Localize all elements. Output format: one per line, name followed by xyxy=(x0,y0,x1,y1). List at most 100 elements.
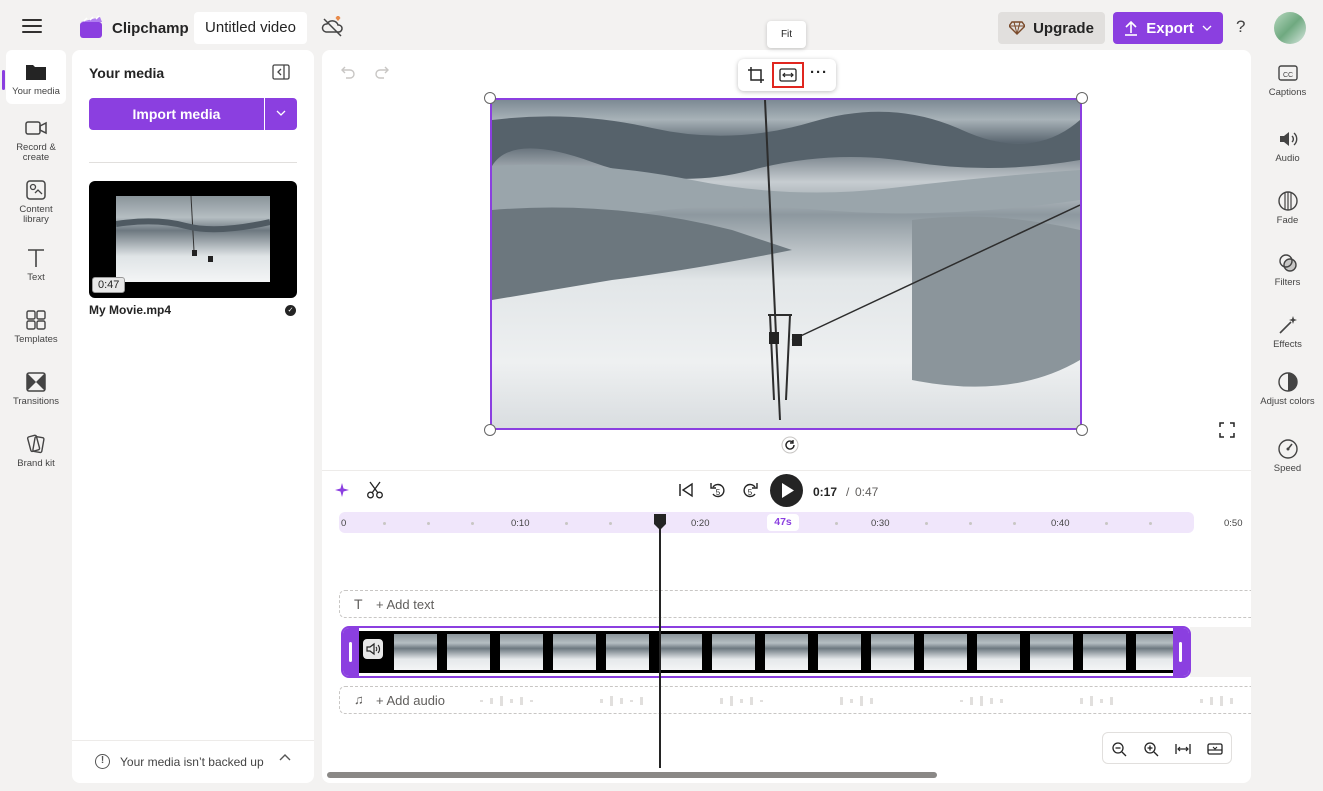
clip-audio-icon[interactable] xyxy=(363,639,383,659)
play-button[interactable] xyxy=(770,474,803,507)
fit-timeline-icon[interactable] xyxy=(1175,741,1191,757)
captions-icon: CC xyxy=(1277,65,1298,81)
nav-brand-kit[interactable]: Brand kit xyxy=(6,432,66,469)
more-options-icon[interactable]: ··· xyxy=(810,64,828,81)
nav-fade[interactable]: Fade xyxy=(1252,190,1323,226)
preview-image xyxy=(492,100,1080,428)
resize-handle-tr[interactable] xyxy=(1076,92,1088,104)
rotate-icon[interactable] xyxy=(781,436,799,454)
rewind-5-button[interactable]: 5 xyxy=(708,480,728,500)
nav-label: Templates xyxy=(14,334,58,345)
forward-icon: 5 xyxy=(743,483,758,498)
clip-trim-handle-left[interactable] xyxy=(343,628,359,676)
sparkle-icon[interactable] xyxy=(334,482,350,498)
crop-icon[interactable] xyxy=(747,66,765,84)
svg-text:CC: CC xyxy=(1282,72,1292,79)
import-options-button[interactable] xyxy=(265,98,297,130)
zoom-out-icon[interactable] xyxy=(1111,741,1127,757)
redo-icon[interactable] xyxy=(374,64,390,80)
add-text-label: + Add text xyxy=(376,597,435,612)
video-clip[interactable] xyxy=(341,626,1191,678)
nav-audio[interactable]: Audio xyxy=(1252,128,1323,164)
nav-adjust-colors[interactable]: Adjust colors xyxy=(1252,371,1323,407)
add-audio-label: + Add audio xyxy=(376,693,446,708)
skip-to-start-icon[interactable] xyxy=(678,482,694,498)
nav-label: Brand kit xyxy=(17,458,55,469)
total-time: 0:47 xyxy=(855,485,879,499)
tick-label: 0:20 xyxy=(691,518,710,529)
tick-dot xyxy=(427,522,430,525)
fullscreen-icon[interactable] xyxy=(1219,422,1235,438)
chevron-down-icon xyxy=(276,110,286,116)
video-preview[interactable] xyxy=(490,98,1082,430)
add-audio-track[interactable]: ♫ + Add audio xyxy=(339,686,1251,714)
scissors-icon[interactable] xyxy=(366,481,384,499)
nav-label: Speed xyxy=(1273,463,1302,474)
time-separator: / xyxy=(846,485,850,499)
fade-icon xyxy=(1277,191,1298,211)
media-filename: My Movie.mp4 xyxy=(89,303,172,317)
export-label: Export xyxy=(1146,19,1194,37)
horizontal-scrollbar[interactable] xyxy=(327,772,937,778)
active-indicator xyxy=(2,70,5,90)
nav-label: Effects xyxy=(1273,339,1302,350)
collapse-panel-icon[interactable] xyxy=(272,64,290,80)
tick-dot xyxy=(1149,522,1152,525)
upgrade-button[interactable]: Upgrade xyxy=(998,12,1105,44)
filmstrip xyxy=(359,631,1179,673)
resize-handle-bl[interactable] xyxy=(484,424,496,436)
tick-dot xyxy=(835,522,838,525)
media-thumbnail[interactable]: 0:47 xyxy=(89,181,297,298)
add-text-track[interactable]: T + Add text xyxy=(339,590,1251,618)
panel-title: Your media xyxy=(89,65,165,81)
tick-dot xyxy=(925,522,928,525)
tick-dot xyxy=(969,522,972,525)
camera-icon xyxy=(25,121,47,135)
clip-trim-handle-right[interactable] xyxy=(1173,628,1189,676)
nav-templates[interactable]: Templates xyxy=(6,308,66,345)
nav-captions[interactable]: CC Captions xyxy=(1252,62,1323,98)
tick-dot xyxy=(565,522,568,525)
brand-name: Clipchamp xyxy=(112,20,189,37)
clipchamp-logo-icon xyxy=(80,15,102,38)
timeline-view-icon[interactable] xyxy=(1207,741,1223,757)
undo-icon[interactable] xyxy=(340,64,356,80)
nav-effects[interactable]: Effects xyxy=(1252,314,1323,350)
playhead-handle[interactable] xyxy=(652,513,668,531)
resize-handle-br[interactable] xyxy=(1076,424,1088,436)
nav-content-library[interactable]: Content library xyxy=(6,178,66,225)
fit-button[interactable] xyxy=(772,62,804,88)
rewind-icon: 5 xyxy=(710,483,725,498)
forward-5-button[interactable]: 5 xyxy=(740,480,760,500)
backup-text: Your media isn’t backed up xyxy=(120,755,264,769)
nav-your-media[interactable]: Your media xyxy=(6,50,66,104)
nav-label: Transitions xyxy=(12,396,60,407)
zoom-in-icon[interactable] xyxy=(1143,741,1159,757)
export-button[interactable]: Export xyxy=(1113,12,1223,44)
playhead[interactable] xyxy=(659,520,661,768)
nav-label: Text xyxy=(27,272,45,283)
timeline-ruler[interactable]: 0 0:10 0:20 47s 0:30 0:40 xyxy=(339,512,1194,533)
text-icon xyxy=(28,249,44,267)
nav-filters[interactable]: Filters xyxy=(1252,252,1323,288)
help-icon[interactable]: ? xyxy=(1236,17,1245,37)
avatar[interactable] xyxy=(1274,12,1306,44)
resize-handle-tl[interactable] xyxy=(484,92,496,104)
nav-label: Captions xyxy=(1268,87,1307,98)
nav-speed[interactable]: Speed xyxy=(1252,438,1323,474)
nav-transitions[interactable]: Transitions xyxy=(6,370,66,407)
folder-icon xyxy=(26,65,46,80)
backup-notice[interactable]: ! Your media isn’t backed up xyxy=(72,740,314,783)
cloud-sync-off-icon[interactable] xyxy=(320,14,346,40)
nav-record-create[interactable]: Record & create xyxy=(6,116,66,163)
divider xyxy=(322,470,1251,471)
import-media-button[interactable]: Import media xyxy=(89,98,264,130)
filters-icon xyxy=(1278,254,1297,272)
tick-dot xyxy=(1013,522,1016,525)
hamburger-menu-icon[interactable] xyxy=(22,19,42,35)
media-panel: Your media Import media 0:47 My Movie.mp… xyxy=(72,50,314,783)
project-title-field[interactable]: Untitled video xyxy=(194,12,307,44)
nav-text[interactable]: Text xyxy=(6,246,66,283)
duration-badge: 0:47 xyxy=(92,277,126,293)
duration-badge: 47s xyxy=(767,514,799,531)
